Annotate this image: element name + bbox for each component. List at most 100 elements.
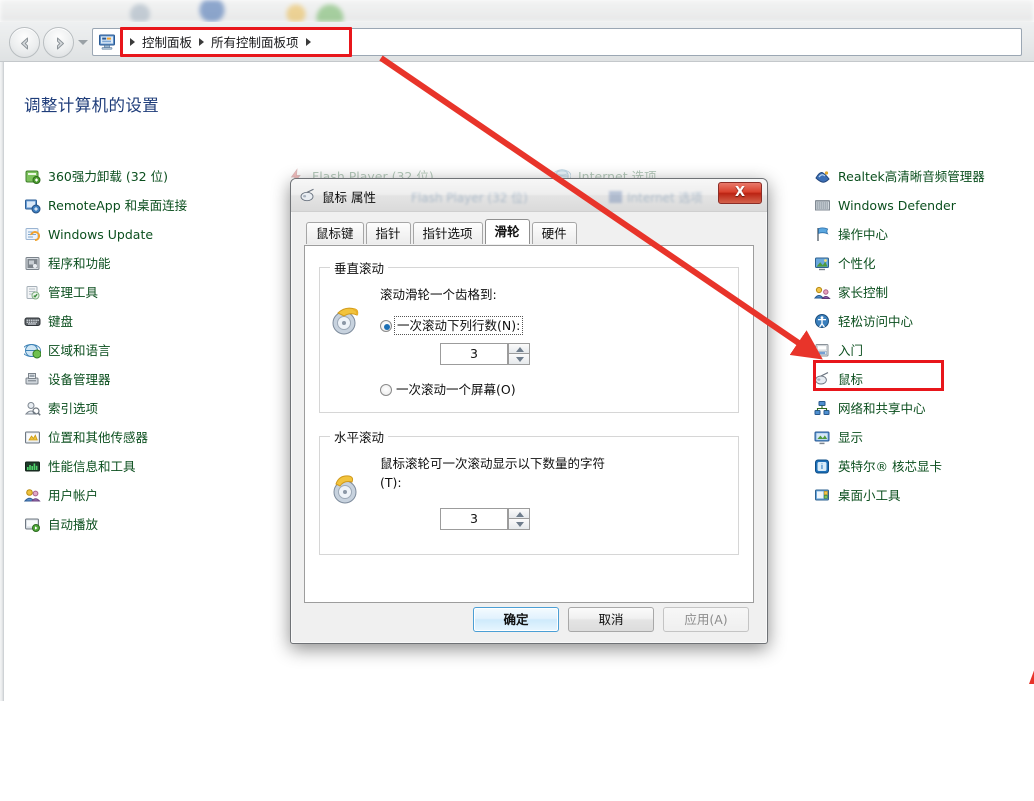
control-panel-item-位置和其他传感器[interactable]: 位置和其他传感器: [22, 423, 272, 452]
control-panel-item-程序和功能[interactable]: 程序和功能: [22, 249, 272, 278]
control-panel-item-索引选项[interactable]: 索引选项: [22, 394, 272, 423]
control-panel-item-label: 个性化: [838, 256, 876, 271]
control-panel-item-自动播放[interactable]: 自动播放: [22, 510, 272, 539]
breadcrumb[interactable]: 控制面板 所有控制面板项: [123, 29, 318, 55]
scroll-lines-input[interactable]: 3: [440, 343, 508, 365]
scroll-lines-radio[interactable]: [380, 320, 392, 332]
scroll-chars-spin-buttons[interactable]: [508, 508, 530, 530]
scroll-lines-label[interactable]: 一次滚动下列行数(N):: [393, 316, 524, 335]
recent-pages-chevron-down-icon[interactable]: [78, 40, 88, 45]
control-panel-item-label: RemoteApp 和桌面连接: [48, 198, 188, 213]
control-panel-item-label: 360强力卸载 (32 位): [48, 169, 168, 184]
tab-指针[interactable]: 指针: [365, 222, 411, 244]
remoteapp-icon: [25, 199, 41, 214]
control-panel-item-管理工具[interactable]: 管理工具: [22, 278, 272, 307]
control-panel-item-label: 网络和共享中心: [838, 401, 926, 416]
scroll-lines-increment-button[interactable]: [508, 343, 530, 354]
control-panel-item-label: 位置和其他传感器: [48, 430, 149, 445]
forward-button[interactable]: [43, 27, 74, 58]
control-panel-item-网络和共享中心[interactable]: 网络和共享中心: [812, 394, 1032, 423]
tab-硬件[interactable]: 硬件: [531, 222, 577, 244]
control-panel-item-label: 轻松访问中心: [838, 314, 914, 329]
dialog-title-bar[interactable]: 鼠标 属性 Flash Player (32 位) Internet 选项 X: [291, 179, 767, 212]
dialog-title: 鼠标 属性: [322, 190, 376, 205]
control-panel-item-操作中心[interactable]: 操作中心: [812, 220, 1032, 249]
control-panel-item-label: 用户帐户: [48, 488, 99, 503]
control-panel-item-360强力卸载 (32 位)[interactable]: 360强力卸载 (32 位): [22, 162, 272, 191]
control-panel-item-入门[interactable]: 入门: [812, 336, 1032, 365]
network-sharing-icon: [814, 401, 830, 415]
horizontal-scroll-legend: 水平滚动: [334, 430, 385, 445]
control-panel-item-区域和语言[interactable]: 区域和语言: [22, 336, 272, 365]
control-panel-item-桌面小工具[interactable]: 桌面小工具: [812, 481, 1032, 510]
breadcrumb-item-1[interactable]: 所有控制面板项: [211, 30, 299, 56]
address-input[interactable]: 控制面板 所有控制面板项: [92, 28, 1022, 56]
control-panel-item-键盘[interactable]: 键盘: [22, 307, 272, 336]
action-center-icon: [817, 227, 829, 241]
control-panel-items-column-right: Realtek高清晰音频管理器 Windows Defender 操作中心个性化家长…: [812, 162, 1032, 510]
scroll-chars-stepper[interactable]: 3: [440, 508, 532, 530]
vertical-scroll-group: 垂直滚动 滚动滑轮一个齿格到: 一次滚动下列行数(N): 3 一次滚动一个屏幕(…: [319, 258, 739, 413]
breadcrumb-item-0[interactable]: 控制面板: [142, 30, 192, 56]
region-language-icon: [24, 344, 41, 359]
ease-of-access-icon: [815, 314, 829, 328]
cancel-button[interactable]: 取消: [568, 607, 654, 632]
device-manager-icon: [25, 373, 39, 385]
horizontal-scroll-group: 水平滚动 鼠标滚轮可一次滚动显示以下数量的字符 (T): 3: [319, 427, 739, 555]
performance-icon: [25, 461, 40, 472]
admin-tools-icon: [26, 286, 40, 300]
tab-鼠标键[interactable]: 鼠标键: [306, 222, 364, 244]
scroll-wheel-icon: [332, 307, 359, 335]
svg-text:i: i: [821, 464, 823, 471]
ok-button[interactable]: 确定: [473, 607, 559, 632]
control-panel-item-RemoteApp 和桌面连接[interactable]: RemoteApp 和桌面连接: [22, 191, 272, 220]
horizontal-scroll-wheel-icon: [333, 475, 357, 504]
scroll-screen-radio-row[interactable]: 一次滚动一个屏幕(O): [380, 379, 728, 398]
control-panel-item-性能信息和工具[interactable]: 性能信息和工具: [22, 452, 272, 481]
scroll-chars-input[interactable]: 3: [440, 508, 508, 530]
control-panel-item-用户帐户[interactable]: 用户帐户: [22, 481, 272, 510]
horizontal-scroll-prompt-line2: (T):: [380, 475, 402, 490]
control-panel-item-label: Windows Defender: [838, 198, 956, 213]
scroll-chars-increment-button[interactable]: [508, 508, 530, 519]
ghost-text-left: Flash Player (32 位): [411, 191, 528, 205]
scroll-chars-decrement-button[interactable]: [508, 519, 530, 530]
mouse-properties-dialog: 鼠标 属性 Flash Player (32 位) Internet 选项 X …: [290, 178, 768, 644]
control-panel-item-显示[interactable]: 显示: [812, 423, 1032, 452]
control-panel-item-label: 设备管理器: [48, 372, 111, 387]
watermark-logo-icon: [1029, 670, 1034, 684]
control-panel-item-label: 索引选项: [48, 401, 99, 416]
scroll-lines-spin-buttons[interactable]: [508, 343, 530, 365]
mouse-icon: [815, 372, 829, 385]
ghost-text-right: Internet 选项: [627, 191, 703, 205]
control-panel-item-Windows Defender[interactable]: Windows Defender: [812, 191, 1032, 220]
control-panel-item-label: Realtek高清晰音频管理器: [838, 169, 985, 184]
control-panel-item-Windows Update[interactable]: Windows Update: [22, 220, 272, 249]
back-button[interactable]: [9, 27, 40, 58]
scroll-lines-radio-row[interactable]: 一次滚动下列行数(N):: [380, 315, 728, 335]
control-panel-item-轻松访问中心[interactable]: 轻松访问中心: [812, 307, 1032, 336]
explorer-address-bar: 控制面板 所有控制面板项: [0, 22, 1034, 62]
control-panel-item-label: 入门: [838, 343, 864, 358]
tab-滑轮[interactable]: 滑轮: [484, 219, 530, 244]
control-panel-item-label: Windows Update: [48, 227, 154, 242]
control-panel-item-家长控制[interactable]: 家长控制: [812, 278, 1032, 307]
scroll-screen-label[interactable]: 一次滚动一个屏幕(O): [396, 382, 516, 397]
apply-button[interactable]: 应用(A): [663, 607, 749, 632]
control-panel-item-label: 英特尔® 核芯显卡: [838, 459, 942, 474]
control-panel-item-英特尔® 核芯显卡[interactable]: i 英特尔® 核芯显卡: [812, 452, 1032, 481]
scroll-lines-decrement-button[interactable]: [508, 354, 530, 365]
control-panel-item-Realtek高清晰音频管理器[interactable]: Realtek高清晰音频管理器: [812, 162, 1032, 191]
scroll-lines-stepper[interactable]: 3: [440, 343, 532, 365]
close-button[interactable]: X: [718, 182, 762, 204]
control-panel-item-个性化[interactable]: 个性化: [812, 249, 1032, 278]
control-panel-item-设备管理器[interactable]: 设备管理器: [22, 365, 272, 394]
vertical-scroll-prompt: 滚动滑轮一个齿格到:: [380, 287, 497, 302]
windows-defender-icon: [815, 200, 830, 211]
control-panel-item-鼠标[interactable]: 鼠标: [812, 365, 1032, 394]
scroll-screen-radio[interactable]: [380, 384, 392, 396]
control-panel-item-label: 键盘: [48, 314, 74, 329]
control-panel-items-column-left: 360强力卸载 (32 位) RemoteApp 和桌面连接 Windows Upd…: [22, 162, 272, 539]
desktop-background-strip: [0, 0, 1034, 22]
tab-指针选项[interactable]: 指针选项: [412, 222, 483, 244]
